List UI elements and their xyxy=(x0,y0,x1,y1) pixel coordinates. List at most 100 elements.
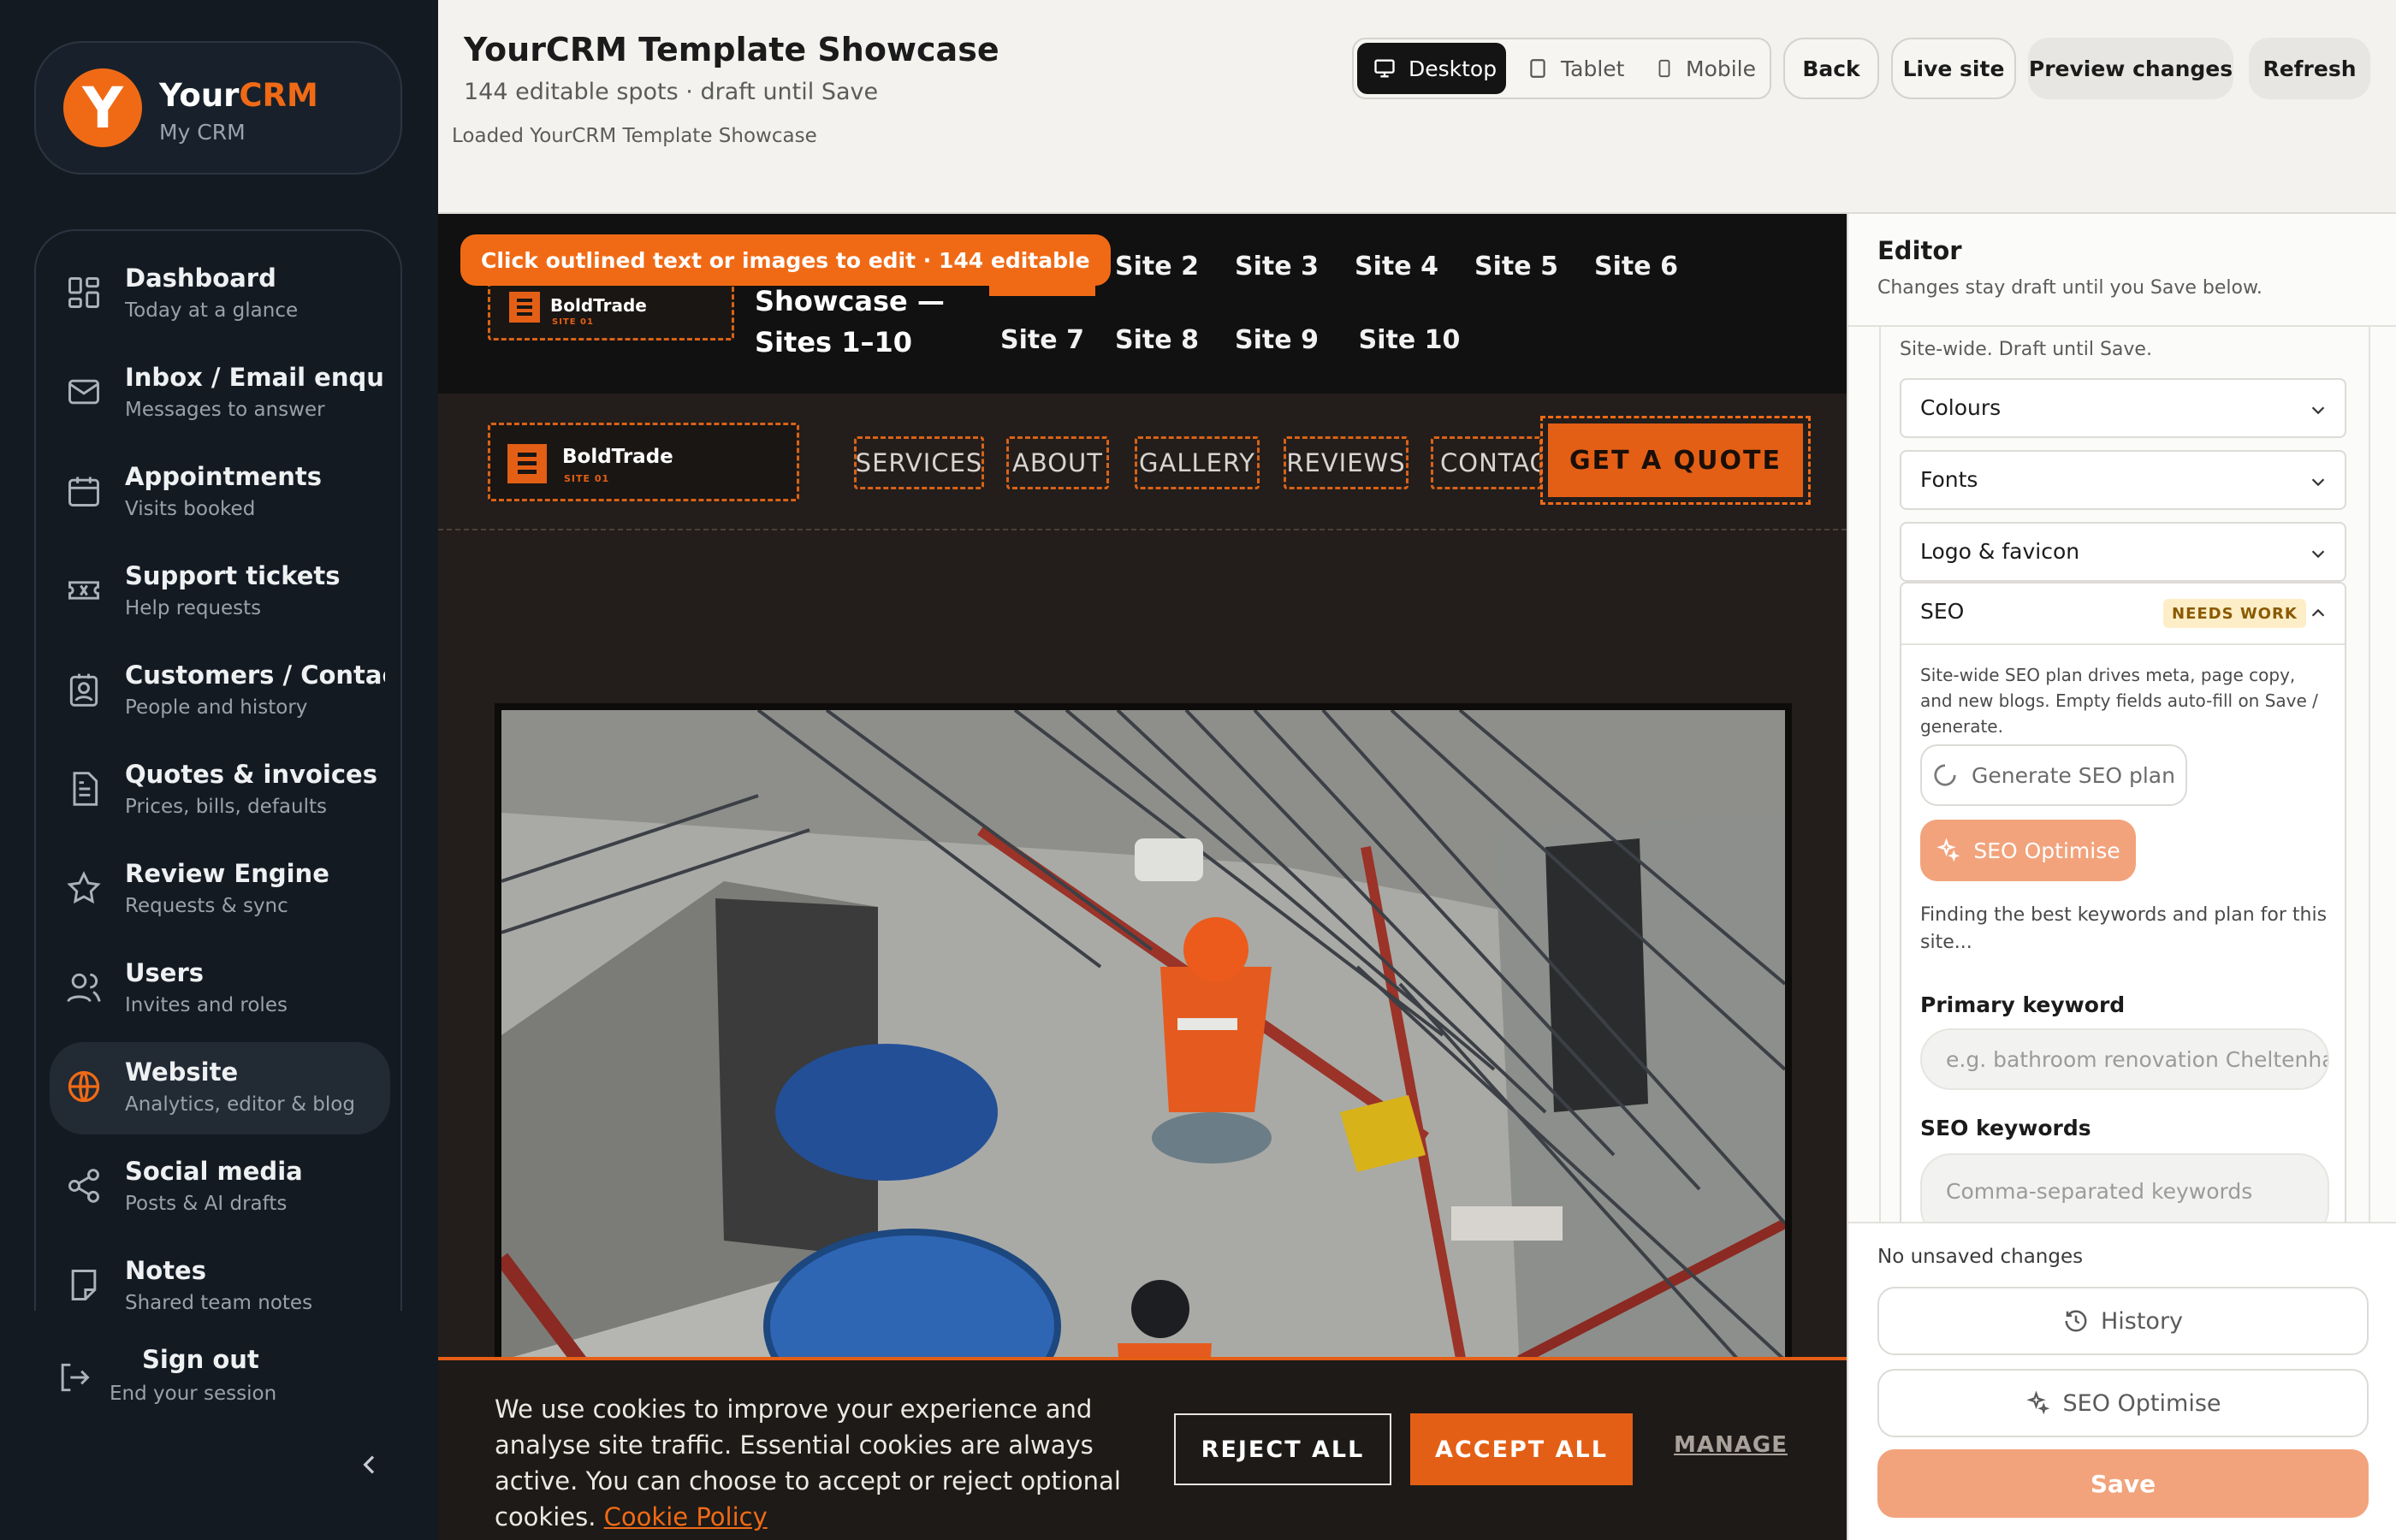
section-label: Logo & favicon xyxy=(1920,539,2080,564)
primary-keyword-input[interactable]: e.g. bathroom renovation Cheltenham xyxy=(1920,1028,2329,1090)
tab-site-6[interactable]: Site 6 xyxy=(1586,236,1686,296)
tab-site-10[interactable]: Site 10 xyxy=(1347,310,1472,370)
sidebar-item-reviews[interactable]: Review Engine Requests & sync xyxy=(50,844,390,936)
history-icon xyxy=(2065,1310,2087,1332)
fonts-section-toggle[interactable]: Fonts xyxy=(1900,450,2346,510)
sidebar-item-sub: Help requests xyxy=(125,597,262,619)
accept-all-button[interactable]: ACCEPT ALL xyxy=(1410,1413,1633,1485)
logo-favicon-section-toggle[interactable]: Logo & favicon xyxy=(1900,522,2346,582)
primary-keyword-label: Primary keyword xyxy=(1920,992,2126,1017)
sidebar-item-sub: Today at a glance xyxy=(125,299,299,322)
cookie-policy-link[interactable]: Cookie Policy xyxy=(604,1502,768,1531)
chevron-down-icon xyxy=(2309,472,2328,491)
tab-site-4[interactable]: Site 4 xyxy=(1347,236,1446,296)
nav-link-gallery[interactable]: GALLERY xyxy=(1135,436,1260,489)
showcase-title: Showcase — Sites 1–10 xyxy=(755,285,945,358)
reject-all-button[interactable]: REJECT ALL xyxy=(1174,1413,1391,1485)
sidebar-item-label: Review Engine xyxy=(125,859,329,888)
back-button[interactable]: Back xyxy=(1783,38,1879,99)
sidebar-item-label: Notes xyxy=(125,1256,206,1285)
preview-changes-button[interactable]: Preview changes xyxy=(2028,38,2233,99)
logout-icon xyxy=(55,1359,92,1396)
section-label: SEO xyxy=(1920,599,1965,624)
tab-site-8[interactable]: Site 8 xyxy=(1107,310,1207,370)
site-preview: Click outlined text or images to edit · … xyxy=(438,214,1847,1540)
device-tablet-button[interactable]: Tablet xyxy=(1516,43,1641,94)
footer-seo-optimise-button[interactable]: SEO Optimise xyxy=(1877,1369,2369,1437)
sidebar-item-label: Inbox / Email enquiries xyxy=(125,363,385,392)
editor-scroll-area[interactable]: Site-wide. Draft until Save. Colours Fon… xyxy=(1879,327,2370,1222)
section-label: Colours xyxy=(1920,395,2002,420)
brand-card[interactable]: Y YourCRM My CRM xyxy=(34,41,402,175)
sidebar-item-label: Social media xyxy=(125,1157,303,1186)
nav-link-contact[interactable]: CONTACT xyxy=(1431,436,1542,489)
tab-site-5[interactable]: Site 5 xyxy=(1467,236,1566,296)
tab-site-9[interactable]: Site 9 xyxy=(1227,310,1326,370)
tab-site-2[interactable]: Site 2 xyxy=(1107,236,1207,296)
sidebar-item-label: Quotes & invoices xyxy=(125,760,377,789)
device-label: Desktop xyxy=(1409,56,1498,81)
brand-name-primary: Your xyxy=(159,77,240,114)
chevron-up-icon xyxy=(2309,604,2328,623)
seo-keywords-input[interactable]: Comma-separated keywords xyxy=(1920,1153,2329,1222)
live-site-button[interactable]: Live site xyxy=(1891,38,2016,99)
sidebar-item-users[interactable]: Users Invites and roles xyxy=(50,943,390,1035)
chevron-down-icon xyxy=(2309,544,2328,563)
sidebar-item-sub: Analytics, editor & blog xyxy=(125,1093,355,1116)
note-icon xyxy=(65,1266,103,1304)
sidebar-item-label: Customers / Contact xyxy=(125,660,385,690)
document-icon xyxy=(65,770,103,808)
device-mobile-button[interactable]: Mobile xyxy=(1643,43,1768,94)
sidebar-item-sub: Messages to answer xyxy=(125,399,325,421)
sidebar-nav: Dashboard Today at a glance Inbox / Emai… xyxy=(34,229,402,1311)
sidebar-item-dashboard[interactable]: Dashboard Today at a glance xyxy=(50,248,390,341)
button-label: History xyxy=(2100,1307,2184,1335)
history-button[interactable]: History xyxy=(1877,1287,2369,1355)
tab-site-3[interactable]: Site 3 xyxy=(1227,236,1326,296)
sidebar-item-social[interactable]: Social media Posts & AI drafts xyxy=(50,1141,390,1234)
button-label: SEO Optimise xyxy=(1973,838,2120,863)
sidebar-item-sub: Prices, bills, defaults xyxy=(125,796,327,818)
calendar-icon xyxy=(65,472,103,510)
seo-description: Site-wide SEO plan drives meta, page cop… xyxy=(1920,665,2318,737)
sidebar-item-customers[interactable]: Customers / Contact People and history xyxy=(50,645,390,737)
tab-site-7[interactable]: Site 7 xyxy=(989,310,1095,370)
sidebar-item-label: Users xyxy=(125,958,205,987)
sidebar-item-label: Dashboard xyxy=(125,264,276,293)
sidebar-item-notes[interactable]: Notes Shared team notes xyxy=(50,1241,390,1311)
refresh-button[interactable]: Refresh xyxy=(2249,38,2370,99)
brand-name-accent: CRM xyxy=(239,77,318,114)
seo-optimise-button[interactable]: SEO Optimise xyxy=(1920,820,2136,881)
seo-section-toggle[interactable]: SEO NEEDS WORK xyxy=(1901,583,2345,645)
sidebar-item-quotes[interactable]: Quotes & invoices Prices, bills, default… xyxy=(50,744,390,837)
device-desktop-button[interactable]: Desktop xyxy=(1357,43,1506,94)
sign-out-button[interactable]: Sign out End your session xyxy=(55,1343,363,1412)
manage-cookies-link[interactable]: MANAGE xyxy=(1674,1432,1788,1458)
sidebar-item-inbox[interactable]: Inbox / Email enquiries Messages to answ… xyxy=(50,347,390,440)
nav-link-services[interactable]: SERVICES xyxy=(854,436,984,489)
brand-subtitle: My CRM xyxy=(159,120,246,145)
page-header: YourCRM Template Showcase 144 editable s… xyxy=(438,0,2396,214)
tablet-icon xyxy=(1530,59,1545,78)
site-logo[interactable]: BoldTrade SITE 01 xyxy=(488,423,799,501)
sparkle-icon xyxy=(2025,1390,2049,1415)
sidebar-item-sub: Invites and roles xyxy=(125,994,288,1016)
logo-text: BoldTrade xyxy=(550,295,647,316)
save-button[interactable]: Save xyxy=(1877,1449,2369,1518)
collapse-sidebar-chevron-icon[interactable] xyxy=(356,1451,383,1478)
nav-link-about[interactable]: ABOUT xyxy=(1006,436,1109,489)
logo-subtext: SITE 01 xyxy=(552,317,594,327)
colours-section-toggle[interactable]: Colours xyxy=(1900,378,2346,438)
get-quote-button[interactable]: GET A QUOTE xyxy=(1540,416,1811,505)
device-toggle: Desktop Tablet Mobile xyxy=(1352,38,1771,99)
generate-seo-plan-button[interactable]: Generate SEO plan xyxy=(1920,744,2187,806)
nav-link-reviews[interactable]: REVIEWS xyxy=(1284,436,1409,489)
sidebar-item-support[interactable]: Support tickets Help requests xyxy=(50,546,390,638)
unsaved-status: No unsaved changes xyxy=(1877,1246,2084,1268)
sidebar-item-appointments[interactable]: Appointments Visits booked xyxy=(50,447,390,539)
showcase-bar: Click outlined text or images to edit · … xyxy=(438,214,1847,394)
sidebar-item-sub: Posts & AI drafts xyxy=(125,1193,288,1215)
star-icon xyxy=(65,869,103,907)
sidebar-item-sub: Requests & sync xyxy=(125,895,288,917)
sidebar-item-website[interactable]: Website Analytics, editor & blog xyxy=(50,1042,390,1134)
